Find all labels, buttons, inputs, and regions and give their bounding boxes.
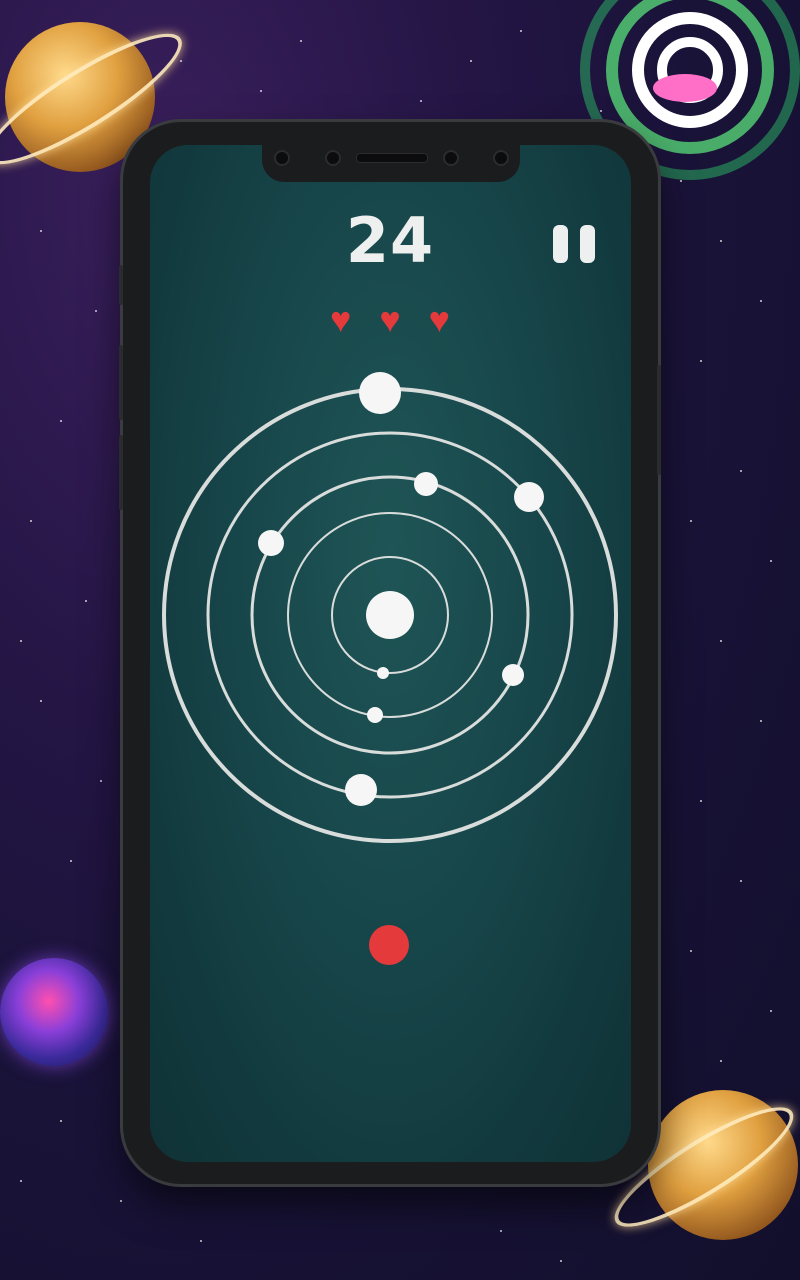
- orbiting-planet: [258, 530, 284, 556]
- orbiting-planet: [377, 667, 389, 679]
- player-ball[interactable]: [369, 925, 409, 965]
- orbiting-planet: [345, 774, 377, 806]
- orbiting-planet: [414, 472, 438, 496]
- center-planet: [366, 591, 414, 639]
- orbiting-planet: [514, 482, 544, 512]
- orbit-system: [162, 372, 618, 965]
- orbiting-planet: [359, 372, 401, 414]
- orbiting-planet: [367, 707, 383, 723]
- orbiting-planet: [502, 664, 524, 686]
